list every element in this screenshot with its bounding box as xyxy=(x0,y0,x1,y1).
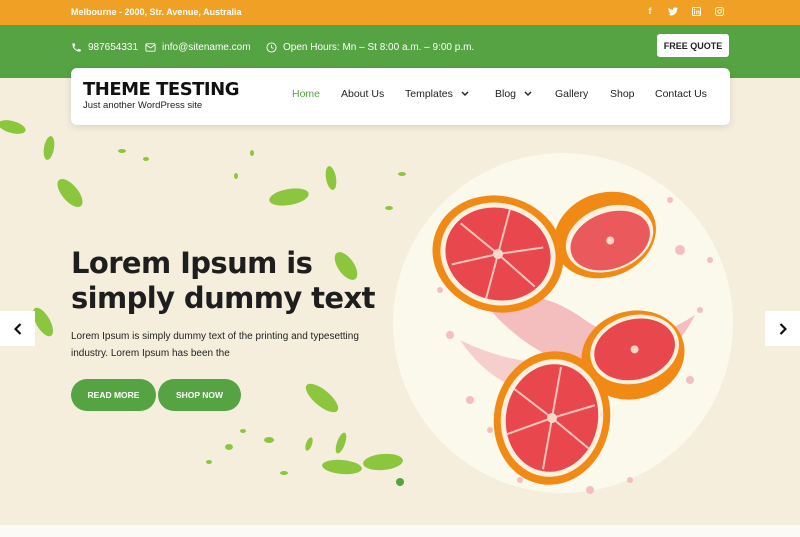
phone-number[interactable]: 987654331 xyxy=(88,42,138,53)
mail-icon xyxy=(145,42,156,52)
slider-dot[interactable] xyxy=(396,478,404,486)
email-address[interactable]: info@sitename.com xyxy=(162,42,251,53)
read-more-button[interactable]: READ MORE xyxy=(71,379,156,411)
nav-gallery[interactable]: Gallery xyxy=(555,88,588,100)
free-quote-button[interactable]: FREE QUOTE xyxy=(657,34,729,57)
nav-label: Templates xyxy=(405,88,453,100)
hero-description: Lorem Ipsum is simply dummy text of the … xyxy=(71,331,359,359)
chevron-right-icon xyxy=(779,322,787,335)
nav-label: Shop xyxy=(610,88,635,100)
nav-label: Contact Us xyxy=(655,88,707,100)
topbar-address: Melbourne - 2000, Str. Avenue, Australia xyxy=(71,7,242,17)
nav-about-us[interactable]: About Us xyxy=(341,88,384,100)
phone-info: 987654331 xyxy=(71,40,138,54)
nav-contact-us[interactable]: Contact Us xyxy=(655,88,707,100)
section-divider xyxy=(0,525,800,537)
nav-label: Home xyxy=(292,88,321,100)
site-tagline: Just another WordPress site xyxy=(83,100,203,111)
nav-label: Gallery xyxy=(555,88,589,100)
nav-shop[interactable]: Shop xyxy=(610,88,635,100)
topbar: Melbourne - 2000, Str. Avenue, Australia… xyxy=(0,0,800,25)
hero-headline: Lorem Ipsum is simply dummy text xyxy=(71,246,401,316)
clock-icon xyxy=(266,41,277,53)
chevron-down-icon xyxy=(524,91,532,96)
chevron-down-icon xyxy=(461,91,469,96)
open-hours: Open Hours: Mn – St 8:00 a.m. – 9:00 p.m… xyxy=(283,41,475,53)
social-links: f xyxy=(645,5,724,17)
hero-headline-line2: simply dummy text xyxy=(71,281,375,315)
grapefruit-illustration xyxy=(393,153,733,494)
nav-home[interactable]: Home xyxy=(292,88,320,100)
facebook-icon[interactable]: f xyxy=(645,5,655,17)
hero-headline-line1: Lorem Ipsum is xyxy=(71,246,313,280)
nav-label: Blog xyxy=(495,88,517,100)
email-info: info@sitename.com xyxy=(145,40,251,54)
chevron-left-icon xyxy=(13,322,21,335)
nav-blog[interactable]: Blog xyxy=(495,88,532,100)
instagram-icon[interactable] xyxy=(714,5,724,17)
shop-now-button[interactable]: SHOP NOW xyxy=(158,379,241,411)
site-header: THEME TESTING Just another WordPress sit… xyxy=(71,68,730,125)
slider-prev-button[interactable] xyxy=(0,311,35,346)
nav-label: About Us xyxy=(341,88,385,100)
phone-icon xyxy=(72,42,81,52)
twitter-icon[interactable] xyxy=(668,5,678,17)
linkedin-icon[interactable] xyxy=(691,5,701,17)
hours-info: Open Hours: Mn – St 8:00 a.m. – 9:00 p.m… xyxy=(266,40,474,54)
site-title[interactable]: THEME TESTING xyxy=(83,79,239,100)
slider-next-button[interactable] xyxy=(765,311,800,346)
nav-templates[interactable]: Templates xyxy=(405,88,469,100)
